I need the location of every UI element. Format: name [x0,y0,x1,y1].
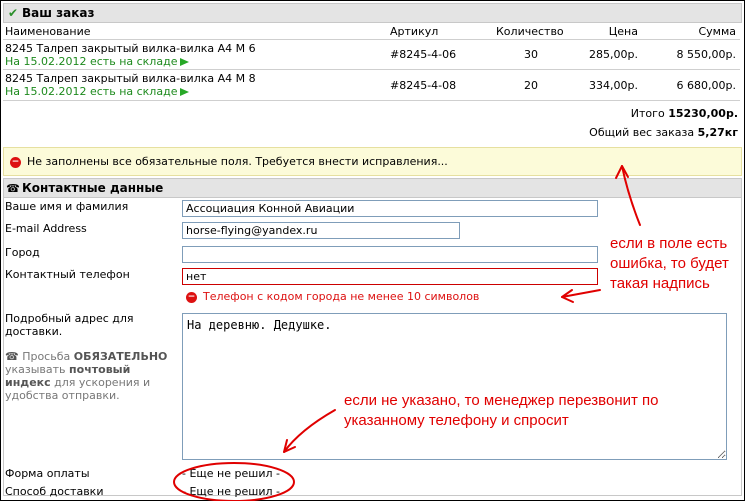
arrow-to-alert [621,165,641,226]
selects-circle [173,462,295,501]
arrow-to-address [283,409,336,453]
annotation-arrows [173,165,641,501]
